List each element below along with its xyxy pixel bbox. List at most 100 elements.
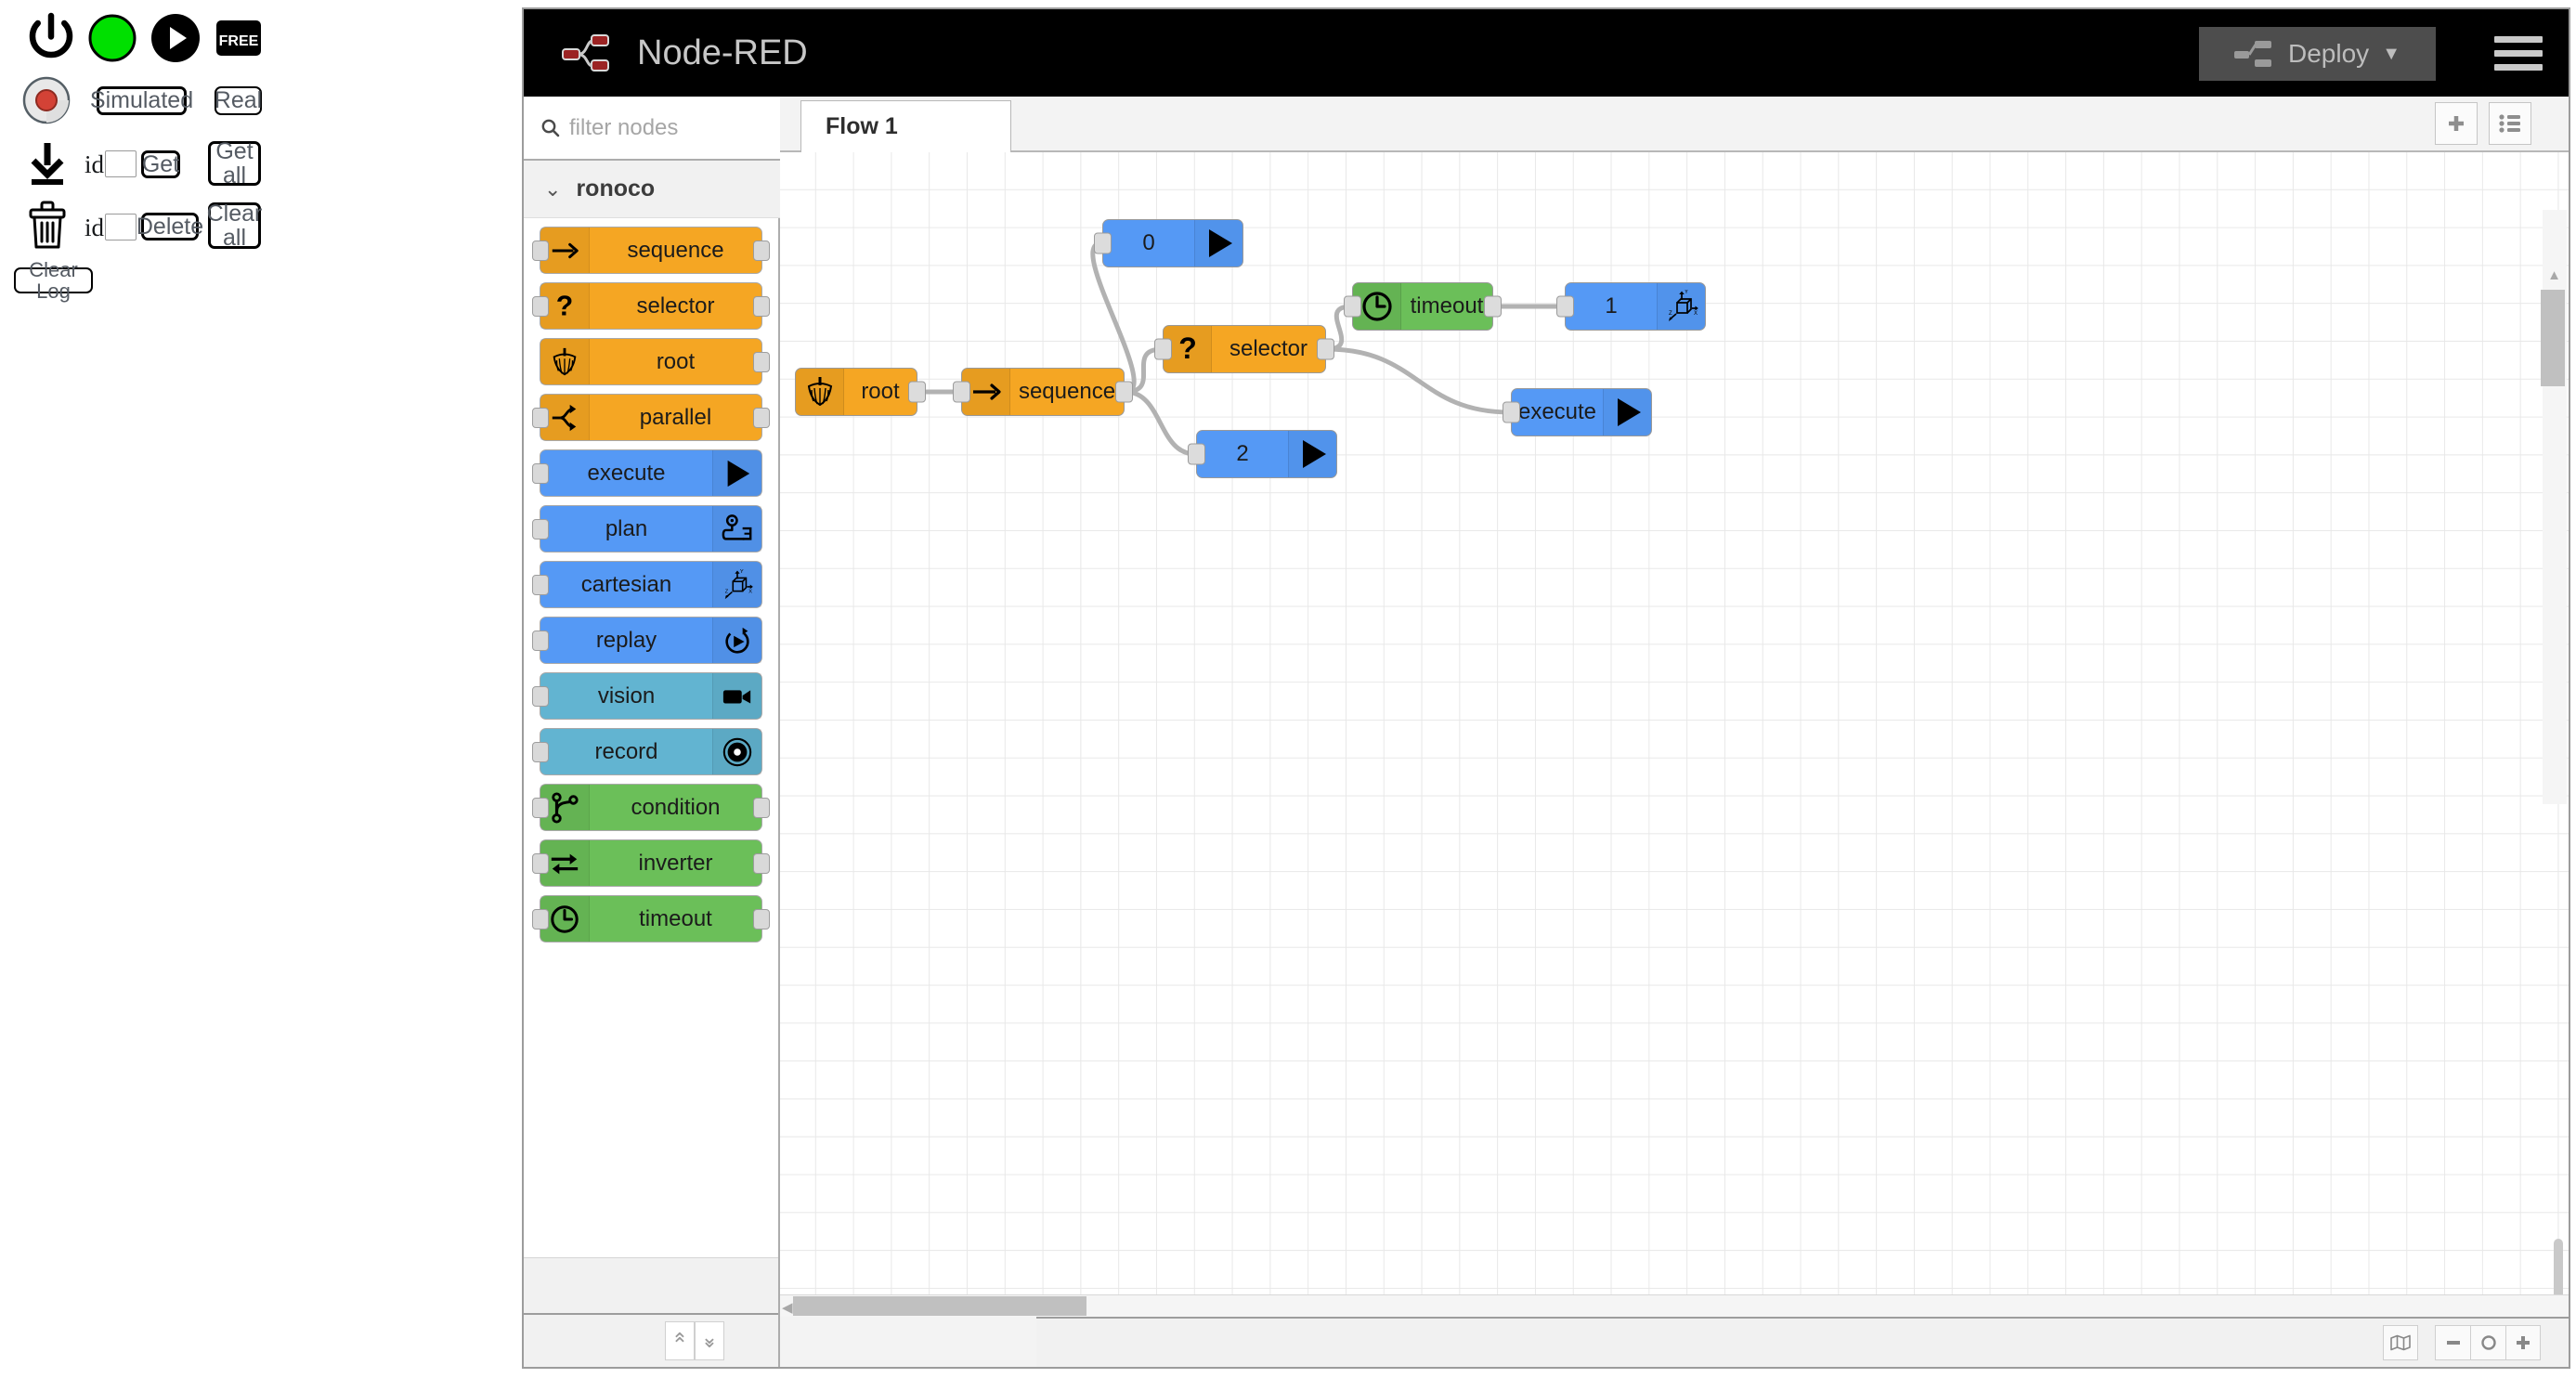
get-id-input[interactable] xyxy=(105,150,137,177)
canvas-vertical-scrollbar[interactable]: ▲ xyxy=(2543,210,2567,804)
palette-node-replay[interactable]: replay xyxy=(540,617,762,664)
flow-canvas[interactable]: root sequence 0 ?selector timeout 1YXZ 2 execut… xyxy=(780,152,2569,1317)
clear-log-button[interactable]: Clear Log xyxy=(14,267,93,293)
flow-node-output-port[interactable] xyxy=(1317,339,1334,360)
palette-node-input-port[interactable] xyxy=(532,798,549,818)
palette-node-selector[interactable]: ?selector xyxy=(540,282,762,330)
add-flow-button[interactable] xyxy=(2435,102,2478,145)
play-circle-icon[interactable] xyxy=(150,13,201,68)
scroll-up-arrow-icon[interactable]: ▲ xyxy=(2547,267,2561,283)
zoom-in-button[interactable] xyxy=(2505,1325,2541,1360)
get-all-button[interactable]: Get all xyxy=(208,141,261,186)
palette-category-ronoco[interactable]: ⌄ ronoco xyxy=(524,161,780,218)
flow-node-exec1[interactable]: 1YXZ xyxy=(1565,282,1706,331)
flow-node-input-port[interactable] xyxy=(1503,402,1520,423)
flow-node-input-port[interactable] xyxy=(1556,296,1574,318)
flow-node-input-port[interactable] xyxy=(1344,296,1361,318)
free-badge-icon[interactable]: FREE xyxy=(215,15,262,66)
palette-node-plan[interactable]: plan xyxy=(540,505,762,552)
palette-node-sequence[interactable]: sequence xyxy=(540,227,762,274)
palette-node-output-port[interactable] xyxy=(753,240,770,261)
real-button[interactable]: Real xyxy=(215,86,262,115)
delete-button[interactable]: Delete xyxy=(141,213,199,240)
scroll-left-arrow-icon[interactable]: ◀ xyxy=(782,1299,793,1316)
flow-node-sequence[interactable]: sequence xyxy=(961,368,1125,416)
palette-node-cartesian[interactable]: cartesianYXZ xyxy=(540,561,762,608)
flow-node-label: timeout xyxy=(1401,293,1492,319)
power-icon[interactable] xyxy=(23,11,79,72)
workspace: Flow 1 rootsequence0?select xyxy=(780,97,2569,1367)
flow-node-input-port[interactable] xyxy=(953,382,970,403)
flow-node-input-port[interactable] xyxy=(1094,233,1112,254)
palette-node-record[interactable]: record xyxy=(540,728,762,775)
palette-node-input-port[interactable] xyxy=(532,909,549,930)
swap-arrows-icon xyxy=(549,848,580,879)
nodered-header: Node-RED Deploy ▼ xyxy=(524,9,2569,97)
zoom-out-button[interactable] xyxy=(2435,1325,2470,1360)
chevron-double-down-icon[interactable]: ⌄⌄ xyxy=(695,1321,724,1360)
palette-node-root[interactable]: root xyxy=(540,338,762,385)
palette-node-input-port[interactable] xyxy=(532,686,549,707)
get-button[interactable]: Get xyxy=(141,150,180,178)
palette-category-label: ronoco xyxy=(576,176,655,202)
flow-node-output-port[interactable] xyxy=(1484,296,1502,318)
flow-node-output-port[interactable] xyxy=(1115,382,1133,403)
palette-node-input-port[interactable] xyxy=(532,296,549,317)
deploy-button[interactable]: Deploy ▼ xyxy=(2199,27,2436,81)
flow-node-input-port[interactable] xyxy=(1188,444,1205,465)
vertical-scroll-thumb[interactable] xyxy=(2541,290,2565,386)
horizontal-scroll-thumb[interactable] xyxy=(793,1296,1086,1316)
flow-node-exec3[interactable]: execute xyxy=(1511,388,1652,436)
palette-node-input-port[interactable] xyxy=(532,408,549,428)
hamburger-bar xyxy=(2494,64,2543,71)
palette-node-output-port[interactable] xyxy=(753,909,770,930)
flow-node-selector[interactable]: ?selector xyxy=(1163,325,1326,373)
palette-node-output-port[interactable] xyxy=(753,798,770,818)
filter-nodes-input[interactable]: filter nodes xyxy=(524,97,780,161)
canvas-horizontal-scrollbar[interactable]: ◀ xyxy=(780,1294,2569,1317)
chevron-down-icon: ▼ xyxy=(2382,44,2400,65)
flow-list-button[interactable] xyxy=(2489,102,2531,145)
palette-node-timeout[interactable]: timeout xyxy=(540,895,762,942)
palette-node-input-port[interactable] xyxy=(532,519,549,540)
get-all-line1: Get xyxy=(215,139,253,163)
flow-node-exec0[interactable]: 0 xyxy=(1102,219,1243,267)
palette-node-parallel[interactable]: parallel xyxy=(540,394,762,441)
palette-node-label: parallel xyxy=(590,405,761,431)
palette-node-output-port[interactable] xyxy=(753,352,770,372)
delete-id-input[interactable] xyxy=(105,214,137,240)
clear-all-button[interactable]: Clear all xyxy=(208,202,261,249)
simulated-button[interactable]: Simulated xyxy=(97,86,187,115)
palette-node-input-port[interactable] xyxy=(532,463,549,484)
flow-node-output-port[interactable] xyxy=(908,382,926,403)
palette-node-output-port[interactable] xyxy=(753,296,770,317)
flow-node-timeout[interactable]: timeout xyxy=(1352,282,1493,331)
question-mark-icon: ? xyxy=(1171,332,1204,366)
palette-node-input-port[interactable] xyxy=(532,240,549,261)
palette-node-input-port[interactable] xyxy=(532,742,549,762)
palette-node-vision[interactable]: vision xyxy=(540,672,762,720)
chevron-double-up-icon[interactable]: ⌃⌃ xyxy=(665,1321,695,1360)
palette-node-label: condition xyxy=(590,795,761,821)
palette-node-execute[interactable]: execute xyxy=(540,449,762,497)
palette-node-output-port[interactable] xyxy=(753,408,770,428)
canvas-statusbar xyxy=(1036,1317,2569,1367)
navigator-map-icon[interactable] xyxy=(2383,1325,2418,1360)
palette-node-input-port[interactable] xyxy=(532,575,549,595)
palette-node-inverter[interactable]: inverter xyxy=(540,839,762,887)
flow-node-input-port[interactable] xyxy=(1154,339,1172,360)
arrow-right-icon xyxy=(969,375,1003,409)
palette-node-input-port[interactable] xyxy=(532,853,549,874)
record-icon[interactable] xyxy=(22,76,71,129)
flow-node-root[interactable]: root xyxy=(795,368,917,416)
palette-node-condition[interactable]: condition xyxy=(540,784,762,831)
tab-flow-1[interactable]: Flow 1 xyxy=(800,100,1011,152)
record-dot-icon xyxy=(722,736,753,768)
palette-node-input-port[interactable] xyxy=(532,630,549,651)
flow-node-exec2[interactable]: 2 xyxy=(1196,430,1337,478)
hamburger-icon[interactable] xyxy=(2494,30,2543,76)
palette-node-output-port[interactable] xyxy=(753,853,770,874)
zoom-reset-button[interactable] xyxy=(2470,1325,2505,1360)
minus-icon xyxy=(2444,1333,2463,1352)
svg-text:Y: Y xyxy=(740,569,744,575)
